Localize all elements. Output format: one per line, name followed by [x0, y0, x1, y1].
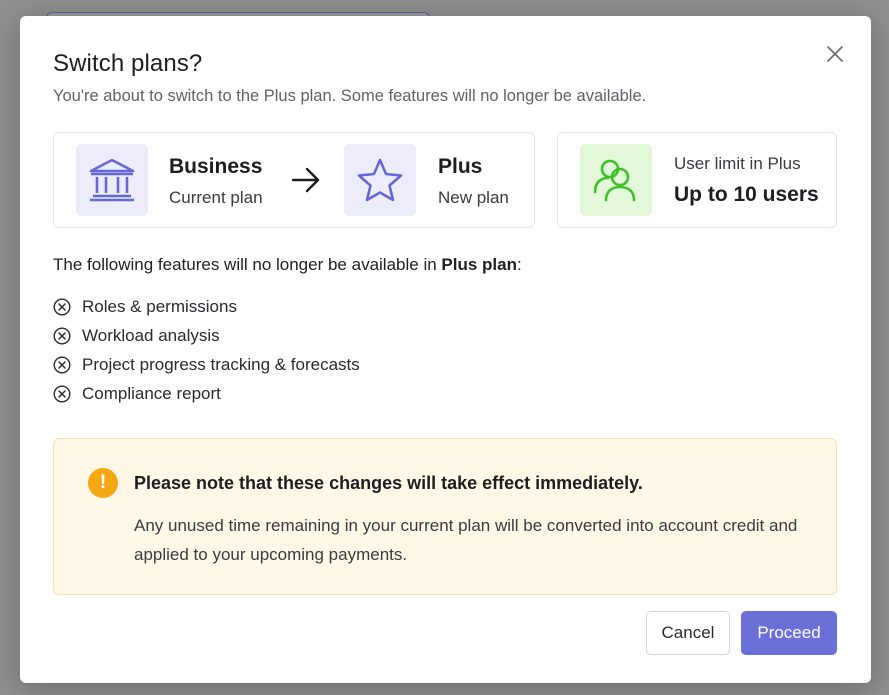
x-circle-icon: [53, 355, 71, 374]
notice-body: Any unused time remaining in your curren…: [134, 516, 798, 564]
dialog-title: Switch plans?: [53, 50, 203, 77]
list-item: Compliance report: [53, 379, 360, 408]
cancel-button[interactable]: Cancel: [646, 611, 730, 655]
arrow-right-icon: [291, 167, 321, 198]
bank-icon: [76, 144, 148, 216]
removed-features-list: Roles & permissions Workload analysis Pr…: [53, 292, 360, 408]
user-limit-card: User limit in Plus Up to 10 users: [557, 132, 837, 228]
current-plan-name: Business: [169, 155, 263, 178]
close-icon[interactable]: [825, 44, 845, 64]
list-item: Roles & permissions: [53, 292, 360, 321]
feature-label: Compliance report: [82, 383, 221, 403]
list-item: Project progress tracking & forecasts: [53, 350, 360, 379]
star-icon: [344, 144, 416, 216]
dialog-subtitle: You're about to switch to the Plus plan.…: [53, 87, 647, 105]
list-item: Workload analysis: [53, 321, 360, 350]
switch-plan-dialog: Switch plans? You're about to switch to …: [20, 16, 871, 683]
warning-icon: !: [88, 468, 118, 498]
feature-label: Workload analysis: [82, 325, 220, 345]
new-plan-caption: New plan: [438, 188, 509, 207]
new-plan-name: Plus: [438, 155, 483, 178]
current-plan-caption: Current plan: [169, 188, 263, 207]
warning-notice: ! Please note that these changes will ta…: [53, 438, 837, 595]
user-limit-value: Up to 10 users: [674, 183, 819, 206]
features-intro-plan: Plus plan: [441, 255, 517, 274]
feature-label: Project progress tracking & forecasts: [82, 354, 360, 374]
users-icon: [580, 144, 652, 216]
plan-change-card: Business Current plan Plus New plan: [53, 132, 535, 228]
x-circle-icon: [53, 384, 71, 403]
x-circle-icon: [53, 326, 71, 345]
features-intro-text: The following features will no longer be…: [53, 255, 442, 274]
features-intro: The following features will no longer be…: [53, 255, 522, 275]
user-limit-label: User limit in Plus: [674, 154, 801, 173]
x-circle-icon: [53, 297, 71, 316]
proceed-button[interactable]: Proceed: [741, 611, 837, 655]
notice-title: Please note that these changes will take…: [134, 473, 643, 493]
features-intro-suffix: :: [516, 255, 522, 274]
feature-label: Roles & permissions: [82, 296, 237, 316]
